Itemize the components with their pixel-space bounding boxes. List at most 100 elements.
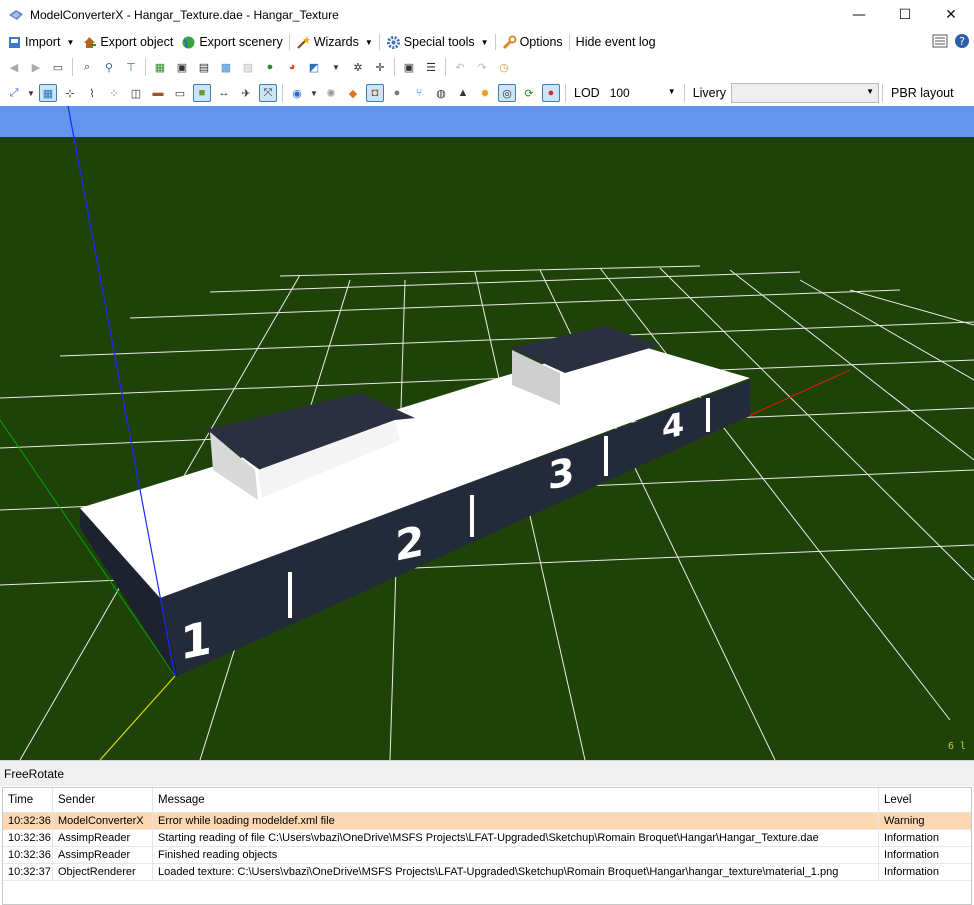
globe-icon: [182, 36, 195, 48]
log-row[interactable]: 10:32:37 ObjectRenderer Loaded texture: …: [3, 864, 971, 881]
log-row[interactable]: 10:32:36 AssimpReader Starting reading o…: [3, 830, 971, 847]
bay-number-1: 1: [180, 610, 212, 670]
column-header-time[interactable]: Time: [3, 788, 53, 812]
transform-icon[interactable]: ◩: [305, 58, 323, 76]
checker-ball-icon[interactable]: ◍: [432, 84, 450, 102]
log-message: Error while loading modeldef.xml file: [153, 813, 879, 829]
terrain-icon[interactable]: ■: [193, 84, 211, 102]
special-tools-menu[interactable]: Special tools ▼: [382, 31, 493, 53]
import-menu[interactable]: Import ▼: [3, 31, 78, 53]
toolbar-separator: [72, 58, 73, 76]
panel-icon[interactable]: ▭: [171, 84, 189, 102]
list-icon[interactable]: ☰: [422, 58, 440, 76]
bricks-icon[interactable]: ▬: [149, 84, 167, 102]
toolbar-separator: [882, 84, 884, 102]
wireframe-icon[interactable]: ⤧: [259, 84, 277, 102]
log-time: 10:32:36: [3, 847, 53, 863]
sun-rays-icon[interactable]: ✹: [476, 84, 494, 102]
menu-bar: Import ▼ Export object Export scenery Wiz…: [0, 30, 974, 54]
earth-icon[interactable]: ●: [261, 58, 279, 76]
measure-icon[interactable]: ↔: [215, 84, 233, 102]
scatter-icon[interactable]: ⁘: [105, 84, 123, 102]
axes-icon[interactable]: ⊹: [61, 84, 79, 102]
redo-icon[interactable]: ↷: [473, 58, 491, 76]
livery-label: Livery: [692, 86, 727, 100]
person-icon[interactable]: ✛: [371, 58, 389, 76]
wizards-menu[interactable]: Wizards ▼: [292, 31, 377, 53]
document-icon[interactable]: ▭: [49, 58, 67, 76]
toolbar-separator: [683, 84, 685, 102]
gear-icon: [386, 35, 400, 49]
grid-toggle-icon[interactable]: ▦: [39, 84, 57, 102]
screen-icon[interactable]: ▣: [400, 58, 418, 76]
export-object-menu[interactable]: Export object: [78, 31, 177, 53]
chevron-down-icon: ▼: [66, 37, 75, 47]
column-header-level[interactable]: Level: [879, 788, 951, 812]
livery-select[interactable]: ▼: [731, 83, 880, 103]
chevron-down-icon[interactable]: ▼: [27, 84, 35, 102]
film-icon[interactable]: ▤: [195, 58, 213, 76]
bug-icon[interactable]: ●: [542, 84, 560, 102]
minimize-button[interactable]: —: [836, 0, 882, 30]
branch-icon[interactable]: ⑂: [410, 84, 428, 102]
zoom-icon[interactable]: ⌕: [78, 58, 96, 76]
chevron-down-icon[interactable]: ▼: [327, 58, 345, 76]
color-wheel-icon[interactable]: ◕: [283, 58, 301, 76]
settings-icon[interactable]: ✺: [322, 84, 340, 102]
cube-icon[interactable]: ◆: [344, 84, 362, 102]
bay-number-3: 3: [548, 449, 574, 499]
network-icon[interactable]: ✲: [349, 58, 367, 76]
log-row[interactable]: 10:32:36 ModelConverterX Error while loa…: [3, 813, 971, 830]
log-header: Time Sender Message Level: [3, 788, 971, 813]
close-button[interactable]: ✕: [928, 0, 974, 30]
export-scenery-label: Export scenery: [199, 35, 283, 49]
disabled-icon[interactable]: ▨: [239, 58, 257, 76]
column-header-sender[interactable]: Sender: [53, 788, 153, 812]
shape-icon[interactable]: ▲: [454, 84, 472, 102]
image-icon[interactable]: ▣: [173, 58, 191, 76]
pbr-layout-button[interactable]: PBR layout: [891, 86, 954, 100]
yellow-axis: [99, 675, 176, 760]
wrench-icon: [502, 35, 517, 49]
toolbar-separator: [282, 84, 283, 102]
wizards-label: Wizards: [313, 35, 359, 49]
maximize-button[interactable]: ☐: [882, 0, 928, 30]
paperclip-icon[interactable]: ⌇: [83, 84, 101, 102]
options-menu[interactable]: Options: [498, 31, 567, 53]
clock-icon[interactable]: ◷: [495, 58, 513, 76]
chevron-down-icon: ▼: [480, 37, 489, 47]
pin-icon[interactable]: ⚲: [100, 58, 118, 76]
import-icon: [9, 36, 20, 48]
log-row[interactable]: 10:32:36 AssimpReader Finished reading o…: [3, 847, 971, 864]
log-message: Finished reading objects: [153, 847, 879, 863]
help-icon[interactable]: ?: [954, 33, 970, 49]
app-icon: [9, 10, 23, 20]
material-icon[interactable]: ◘: [366, 84, 384, 102]
panel-layout-icon[interactable]: [932, 33, 948, 49]
window-title: ModelConverterX - Hangar_Texture.dae - H…: [30, 8, 339, 22]
hierarchy-icon[interactable]: ⊤: [122, 58, 140, 76]
fit-view-icon[interactable]: ⤢: [5, 84, 23, 102]
3d-viewport[interactable]: 1 2 3 4 6 l: [0, 106, 974, 760]
undo-icon[interactable]: ↶: [451, 58, 469, 76]
eye-icon[interactable]: ◎: [498, 84, 516, 102]
toolbar-main: ◀ ▶ ▭ ⌕ ⚲ ⊤ ▦ ▣ ▤ ▩ ▨ ● ◕ ◩ ▼ ✲ ✛ ▣ ☰ ↶ …: [0, 54, 974, 80]
export-scenery-menu[interactable]: Export scenery: [177, 31, 286, 53]
hide-event-log-menu[interactable]: Hide event log: [572, 31, 660, 53]
log-level: Warning: [884, 815, 925, 827]
column-header-message[interactable]: Message: [153, 788, 879, 812]
refresh-icon[interactable]: ⟳: [520, 84, 538, 102]
airplane-icon[interactable]: ✈: [237, 84, 255, 102]
chevron-down-icon[interactable]: ▼: [310, 84, 318, 102]
forward-arrow-icon[interactable]: ▶: [27, 58, 45, 76]
camera-icon[interactable]: ◉: [288, 84, 306, 102]
scene-svg: 1 2 3 4: [0, 106, 974, 760]
grid-view-icon[interactable]: ▦: [151, 58, 169, 76]
chevron-down-icon: ▼: [866, 87, 875, 96]
back-arrow-icon[interactable]: ◀: [5, 58, 23, 76]
texture-icon[interactable]: ▩: [217, 58, 235, 76]
house-icon: [84, 36, 97, 48]
lod-select[interactable]: 100 ▼: [604, 83, 681, 103]
box-icon[interactable]: ◫: [127, 84, 145, 102]
sphere-icon[interactable]: ●: [388, 84, 406, 102]
